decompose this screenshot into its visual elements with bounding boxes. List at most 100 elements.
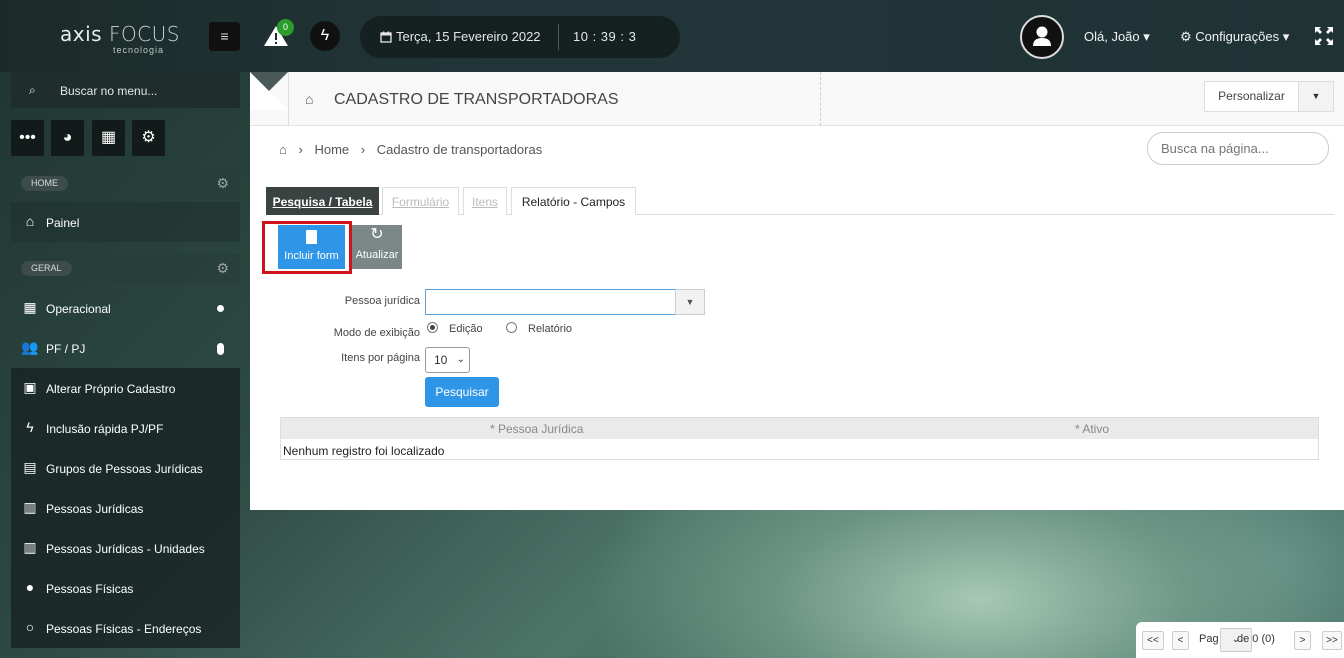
tab-pesquisa-tabela[interactable]: Pesquisa / Tabela (266, 187, 379, 215)
chevron-down-icon: ⌄ (456, 354, 465, 365)
tab-bar: Pesquisa / Tabela Formulário Itens Relat… (266, 187, 1334, 215)
tab-relatorio-campos[interactable]: Relatório - Campos (511, 187, 636, 215)
sidebar-item-pf-pj[interactable]: 👥 PF / PJ (11, 328, 240, 368)
page-header: ⌂ CADASTRO DE TRANSPORTADORAS Personaliz… (250, 72, 1344, 126)
menu-search-label: Buscar no menu... (60, 84, 158, 98)
gear-icon[interactable]: ⚙ (216, 175, 229, 192)
column-header-pessoa-juridica[interactable]: * Pessoa Jurídica (490, 422, 583, 436)
fullscreen-icon[interactable] (1314, 26, 1334, 46)
sidebar-item-label: Inclusão rápida PJ/PF (46, 422, 164, 436)
alert-count-badge: 0 (277, 19, 294, 36)
pesquisar-button[interactable]: Pesquisar (425, 377, 499, 407)
personalizar-button[interactable]: Personalizar (1204, 81, 1299, 112)
header-divider (288, 72, 289, 126)
section-header-home: HOME ⚙ (11, 169, 240, 199)
chevron-right-icon: › (360, 142, 366, 157)
breadcrumb-home[interactable]: Home (314, 142, 349, 157)
section-label: GERAL (21, 261, 72, 276)
person-outline-icon: ○ (25, 619, 35, 635)
calendar-icon: ▦ (23, 299, 37, 315)
menu-toggle-button[interactable]: ≡ (209, 22, 240, 51)
last-page-button[interactable]: >> (1322, 631, 1342, 650)
sidebar-item-label: Painel (46, 216, 80, 230)
time-text: 10 : 39 : 3 (573, 29, 637, 44)
pessoa-juridica-label: Pessoa jurídica (344, 295, 420, 307)
radio-relatorio-label: Relatório (528, 323, 573, 335)
building-icon: ▥ (23, 499, 37, 515)
sidebar-item-painel[interactable]: ⌂ Painel (11, 202, 240, 242)
submenu-open-indicator (217, 343, 224, 355)
new-file-icon (306, 230, 317, 244)
user-menu[interactable]: Olá, João ▾ (1084, 29, 1150, 45)
section-label: HOME (21, 176, 68, 191)
main-panel: ⌂ CADASTRO DE TRANSPORTADORAS Personaliz… (250, 72, 1344, 510)
page-count-text: de 0 (0) (1237, 633, 1275, 645)
group-icon: ▤ (23, 459, 37, 475)
pessoa-juridica-dropdown-button[interactable]: ▼ (675, 289, 705, 315)
user-avatar[interactable] (1020, 15, 1064, 59)
first-page-button[interactable]: << (1142, 631, 1164, 650)
sidebar-item-operacional[interactable]: ▦ Operacional (11, 288, 240, 328)
section-header-geral: GERAL ⚙ (11, 254, 240, 284)
sidebar-item-label: Pessoas Jurídicas (46, 502, 144, 516)
itens-por-pagina-value: 10 (434, 353, 448, 367)
date-text: Terça, 15 Fevereiro 2022 (396, 29, 541, 44)
radio-edicao[interactable] (427, 322, 438, 333)
home-icon: ⌂ (25, 213, 35, 229)
menu-search[interactable]: ⌕ Buscar no menu... (11, 72, 240, 108)
users-icon: 👥 (21, 339, 39, 355)
sidebar-item-pessoas-fisicas[interactable]: ● Pessoas Físicas (11, 568, 240, 608)
quick-dashboard-button[interactable]: ◕ (51, 120, 84, 156)
sidebar-item-inclusao-rapida[interactable]: ϟ Inclusão rápida PJ/PF (11, 408, 240, 448)
home-icon[interactable]: ⌂ (279, 142, 287, 157)
sidebar-item-label: PF / PJ (46, 342, 86, 356)
page-search-input[interactable] (1147, 132, 1329, 165)
sidebar-item-grupos-pj[interactable]: ▤ Grupos de Pessoas Jurídicas (11, 448, 240, 488)
quick-more-button[interactable]: ••• (11, 120, 44, 156)
bolt-icon[interactable]: ϟ (310, 21, 340, 51)
sidebar-item-pf-enderecos[interactable]: ○ Pessoas Físicas - Endereços (11, 608, 240, 648)
tab-formulario[interactable]: Formulário (382, 187, 459, 215)
top-bar: axis FOCUS tecnologia ≡ 0 ϟ Terça, 15 Fe… (0, 0, 1344, 72)
search-icon: ⌕ (29, 83, 36, 97)
bolt-icon: ϟ (26, 419, 34, 435)
sidebar-item-label: Pessoas Jurídicas - Unidades (46, 542, 205, 556)
radio-edicao-label: Edição (449, 323, 483, 335)
logo-brand-main: axis (60, 22, 103, 46)
submenu-indicator (217, 305, 224, 312)
person-icon: ● (25, 579, 35, 595)
building-icon: ▥ (23, 539, 37, 555)
table-header: * Pessoa Jurídica * Ativo (281, 418, 1318, 439)
column-header-ativo[interactable]: * Ativo (1075, 422, 1109, 436)
pessoa-juridica-input[interactable] (425, 289, 676, 315)
logo-brand-focus: FOCUS (108, 22, 180, 46)
radio-relatorio[interactable] (506, 322, 517, 333)
page-title: CADASTRO DE TRANSPORTADORAS (334, 91, 619, 108)
empty-message: Nenhum registro foi localizado (283, 444, 445, 458)
sidebar-item-label: Alterar Próprio Cadastro (46, 382, 176, 396)
breadcrumb: ⌂ › Home › Cadastro de transportadoras (279, 142, 550, 157)
prev-page-button[interactable]: < (1172, 631, 1189, 650)
refresh-icon: ↻ (370, 226, 384, 243)
atualizar-button[interactable]: ↻ Atualizar (352, 225, 402, 269)
itens-por-pagina-select[interactable]: 10 ⌄ (425, 347, 470, 373)
sidebar-item-alterar-proprio-cadastro[interactable]: ▣ Alterar Próprio Cadastro (11, 368, 240, 408)
personalizar-dropdown-button[interactable]: ▼ (1298, 81, 1334, 112)
page-label: Pag (1199, 633, 1219, 645)
datetime-display: Terça, 15 Fevereiro 2022 10 : 39 : 3 (360, 16, 680, 58)
user-icon (1033, 26, 1051, 46)
settings-menu[interactable]: ⚙ Configurações ▾ (1180, 29, 1289, 45)
tab-itens[interactable]: Itens (463, 187, 507, 215)
logo: axis FOCUS tecnologia (60, 22, 180, 55)
sidebar-item-label: Operacional (46, 302, 111, 316)
next-page-button[interactable]: > (1294, 631, 1311, 650)
incluir-form-button[interactable]: Incluir form (278, 225, 345, 269)
results-table: * Pessoa Jurídica * Ativo Nenhum registr… (280, 417, 1319, 460)
quick-settings-button[interactable]: ⚙ (132, 120, 165, 156)
sidebar-item-pessoas-juridicas[interactable]: ▥ Pessoas Jurídicas (11, 488, 240, 528)
id-card-icon: ▣ (23, 379, 37, 395)
sidebar-item-pj-unidades[interactable]: ▥ Pessoas Jurídicas - Unidades (11, 528, 240, 568)
gear-icon[interactable]: ⚙ (216, 260, 229, 277)
sidebar: ⌕ Buscar no menu... ••• ◕ ▦ ⚙ HOME ⚙ ⌂ P… (0, 72, 248, 658)
quick-building-button[interactable]: ▦ (92, 120, 125, 156)
